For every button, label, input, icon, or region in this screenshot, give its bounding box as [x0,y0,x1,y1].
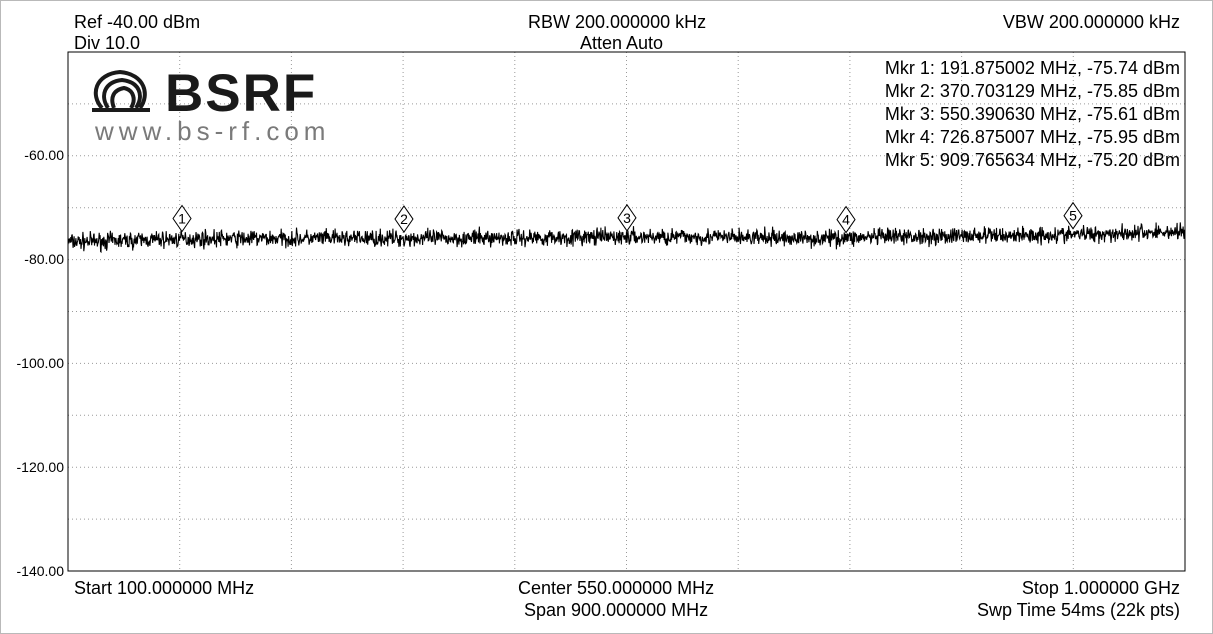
marker-readout: Mkr 5: 909.765634 MHz, -75.20 dBm [885,150,1180,170]
marker-number: 4 [842,212,850,228]
marker-readout: Mkr 3: 550.390630 MHz, -75.61 dBm [885,104,1180,124]
marker-readout: Mkr 1: 191.875002 MHz, -75.74 dBm [885,58,1180,78]
marker-5: 5 [1063,201,1083,230]
bsrf-logo: BSRF www.bs-rf.com [92,64,330,146]
marker-4: 4 [836,205,856,234]
marker-readout: Mkr 2: 370.703129 MHz, -75.85 dBm [885,81,1180,101]
marker-number: 2 [400,211,408,227]
spectrum-plot: BSRF www.bs-rf.com 1 2 3 4 5 Mkr 1: 191.8750… [67,51,1186,572]
marker-number: 5 [1069,208,1077,224]
marker-layer: 1 2 3 4 5 [172,201,1083,234]
marker-1: 1 [172,204,192,233]
marker-2: 2 [394,205,414,233]
marker-number: 1 [178,210,186,226]
marker-readouts: Mkr 1: 191.875002 MHz, -75.74 dBm Mkr 2:… [885,58,1180,170]
marker-number: 3 [623,210,631,226]
bsrf-logo-text: BSRF [165,64,317,123]
marker-readout: Mkr 4: 726.875007 MHz, -75.95 dBm [885,127,1180,147]
bsrf-logo-url: www.bs-rf.com [94,116,330,146]
